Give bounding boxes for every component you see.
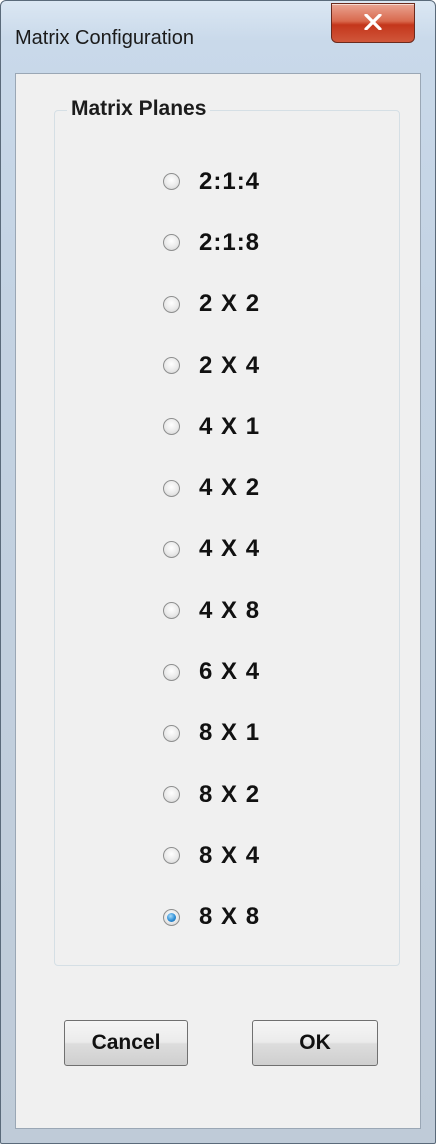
- cancel-button[interactable]: Cancel: [64, 1020, 188, 1066]
- radio-option-label[interactable]: 8 X 4: [199, 842, 260, 870]
- radio-option[interactable]: 6 X 4: [163, 641, 260, 702]
- dialog-client-area: Matrix Planes 2:1:4 2:1:8 2 X 2 2 X 4 4 …: [15, 73, 421, 1129]
- radio-option-label[interactable]: 8 X 2: [199, 781, 260, 809]
- radio-option[interactable]: 4 X 2: [163, 457, 260, 518]
- matrix-configuration-dialog: Matrix Configuration Matrix Planes 2:1:4…: [0, 0, 436, 1144]
- radio-option[interactable]: 8 X 4: [163, 825, 260, 886]
- radio-option[interactable]: 2 X 4: [163, 335, 260, 396]
- radio-option[interactable]: 8 X 8: [163, 887, 260, 948]
- radio-button-icon[interactable]: [163, 724, 180, 742]
- radio-option[interactable]: 4 X 8: [163, 580, 260, 641]
- radio-button-icon[interactable]: [163, 479, 180, 497]
- radio-option[interactable]: 8 X 1: [163, 703, 260, 764]
- groupbox-title: Matrix Planes: [67, 97, 211, 121]
- radio-button-icon[interactable]: [163, 602, 180, 620]
- radio-option[interactable]: 2:1:4: [163, 151, 260, 212]
- radio-option-label[interactable]: 4 X 4: [199, 535, 260, 563]
- radio-button-icon[interactable]: [163, 357, 180, 375]
- radio-option[interactable]: 4 X 4: [163, 519, 260, 580]
- radio-option-label[interactable]: 4 X 1: [199, 413, 260, 441]
- title-bar[interactable]: Matrix Configuration: [1, 1, 435, 73]
- radio-button-icon[interactable]: [163, 234, 180, 252]
- radio-option-label[interactable]: 2:1:8: [199, 229, 260, 257]
- radio-option-label[interactable]: 2:1:4: [199, 168, 260, 196]
- radio-button-icon[interactable]: [163, 786, 180, 804]
- radio-button-icon[interactable]: [163, 173, 180, 191]
- radio-option-label[interactable]: 4 X 2: [199, 474, 260, 502]
- radio-button-icon[interactable]: [163, 663, 180, 681]
- close-x-icon: [364, 14, 382, 30]
- radio-option-label[interactable]: 4 X 8: [199, 597, 260, 625]
- window-title: Matrix Configuration: [15, 27, 194, 49]
- close-button[interactable]: [331, 3, 415, 43]
- radio-button-icon[interactable]: [163, 295, 180, 313]
- radio-option-list: 2:1:4 2:1:8 2 X 2 2 X 4 4 X 1 4 X 2 4 X …: [163, 151, 260, 948]
- radio-option[interactable]: 2:1:8: [163, 212, 260, 273]
- radio-option-label[interactable]: 6 X 4: [199, 658, 260, 686]
- matrix-planes-groupbox: Matrix Planes 2:1:4 2:1:8 2 X 2 2 X 4 4 …: [54, 97, 400, 966]
- radio-button-icon[interactable]: [163, 847, 180, 865]
- radio-option-label[interactable]: 2 X 4: [199, 352, 260, 380]
- radio-option[interactable]: 4 X 1: [163, 396, 260, 457]
- radio-option[interactable]: 8 X 2: [163, 764, 260, 825]
- radio-button-icon[interactable]: [163, 540, 180, 558]
- radio-button-icon[interactable]: [163, 418, 180, 436]
- radio-option-label[interactable]: 2 X 2: [199, 290, 260, 318]
- radio-option-label[interactable]: 8 X 8: [199, 903, 260, 931]
- radio-button-icon[interactable]: [163, 908, 180, 926]
- ok-button[interactable]: OK: [252, 1020, 378, 1066]
- radio-option-label[interactable]: 8 X 1: [199, 719, 260, 747]
- radio-option[interactable]: 2 X 2: [163, 274, 260, 335]
